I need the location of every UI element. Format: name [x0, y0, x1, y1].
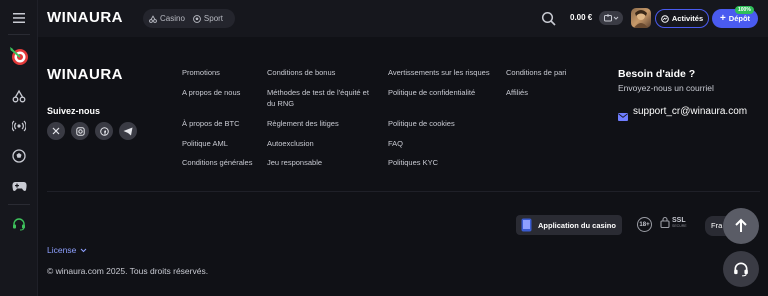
sidebar-divider — [8, 34, 30, 35]
age-restriction-badge: 18+ — [637, 217, 652, 232]
footer-logo[interactable]: WINAURA — [47, 66, 123, 83]
ssl-label: SSL — [672, 216, 686, 224]
activity-icon — [661, 14, 669, 23]
link-responsible-gaming[interactable]: Jeu responsable — [267, 157, 322, 168]
activities-label: Activités — [671, 14, 704, 23]
balance-amount: 0.00 € — [570, 13, 593, 22]
ball-icon — [193, 14, 201, 23]
sidebar — [0, 0, 38, 296]
ssl-sub-label: SECURE — [672, 223, 687, 228]
support-email-link[interactable]: support_cr@winaura.com — [633, 106, 747, 117]
link-betting-terms[interactable]: Conditions de pari — [506, 67, 566, 78]
instagram-icon[interactable] — [71, 122, 89, 140]
link-affiliates[interactable]: Affiliés — [506, 87, 528, 98]
lock-icon — [660, 216, 670, 228]
cherries-icon — [149, 14, 157, 23]
sport-tab[interactable]: Sport — [193, 14, 223, 23]
link-fairness-rng[interactable]: Méthodes de test de l'équité et du RNG — [267, 87, 377, 109]
sport-tab-label: Sport — [203, 14, 224, 23]
phone-icon — [521, 218, 532, 232]
user-avatar[interactable] — [631, 8, 651, 28]
link-terms[interactable]: Conditions générales — [182, 157, 252, 168]
casino-app-label: Application du casino — [538, 220, 616, 230]
chevron-down-icon — [613, 16, 618, 20]
casino-tab-label: Casino — [160, 14, 185, 23]
link-bonus-terms[interactable]: Conditions de bonus — [267, 67, 335, 78]
link-dispute-resolution[interactable]: Règlement des litiges — [267, 118, 339, 129]
gamepad-icon[interactable] — [0, 175, 38, 197]
copyright-text: © winaura.com 2025. Tous droits réservés… — [47, 266, 209, 276]
link-risk-warnings[interactable]: Avertissements sur les risques — [388, 67, 490, 78]
plus-icon: + — [719, 12, 726, 24]
top-bar: WINAURA Casino Sport 0.00 € Activités + … — [38, 0, 768, 37]
casino-tab[interactable]: Casino — [149, 14, 185, 23]
help-subtitle: Envoyez-nous un courriel — [618, 83, 714, 93]
link-cookie-policy[interactable]: Politique de cookies — [388, 118, 455, 129]
deposit-bonus-badge: 100% — [735, 6, 754, 14]
casino-cherries-icon[interactable] — [0, 85, 38, 107]
chevron-down-icon — [80, 248, 87, 252]
football-icon[interactable] — [0, 145, 38, 167]
deposit-label: Dépôt — [728, 14, 751, 23]
link-aml-policy[interactable]: Politique AML — [182, 138, 228, 149]
slot-target-icon[interactable] — [0, 45, 38, 67]
facebook-icon[interactable] — [95, 122, 113, 140]
link-promotions[interactable]: Promotions — [182, 67, 220, 78]
menu-icon[interactable] — [0, 7, 38, 29]
link-faq[interactable]: FAQ — [388, 138, 403, 149]
live-broadcast-icon[interactable] — [0, 115, 38, 137]
activities-button[interactable]: Activités — [655, 9, 709, 28]
brand-logo[interactable]: WINAURA — [47, 9, 123, 26]
link-about-btc[interactable]: À propos de BTC — [182, 118, 240, 129]
footer-divider — [47, 191, 760, 192]
support-chat-button[interactable] — [723, 251, 759, 287]
headset-support-icon[interactable] — [0, 213, 38, 235]
link-about-us[interactable]: A propos de nous — [182, 87, 240, 98]
scroll-to-top-button[interactable] — [723, 208, 759, 244]
follow-us-heading: Suivez-nous — [47, 106, 101, 116]
mail-icon — [618, 108, 628, 121]
wallet-dropdown[interactable] — [599, 11, 623, 25]
telegram-icon[interactable] — [119, 122, 137, 140]
ssl-secure-badge: SSL SECURE — [660, 216, 687, 228]
license-toggle[interactable]: License — [47, 245, 87, 255]
casino-app-button[interactable]: Application du casino — [516, 215, 622, 235]
license-label: License — [47, 245, 77, 255]
link-kyc-policies[interactable]: Politiques KYC — [388, 157, 438, 168]
link-self-exclusion[interactable]: Autoexclusion — [267, 138, 314, 149]
casino-sport-switch: Casino Sport — [143, 9, 235, 28]
arrow-up-icon — [735, 218, 747, 232]
link-privacy-policy[interactable]: Politique de confidentialité — [388, 87, 475, 98]
sidebar-divider — [8, 204, 30, 205]
wallet-icon — [603, 14, 612, 22]
search-icon[interactable] — [541, 11, 557, 27]
x-icon[interactable] — [47, 122, 65, 140]
help-heading: Besoin d'aide ? — [618, 68, 696, 80]
headset-icon — [734, 262, 748, 277]
